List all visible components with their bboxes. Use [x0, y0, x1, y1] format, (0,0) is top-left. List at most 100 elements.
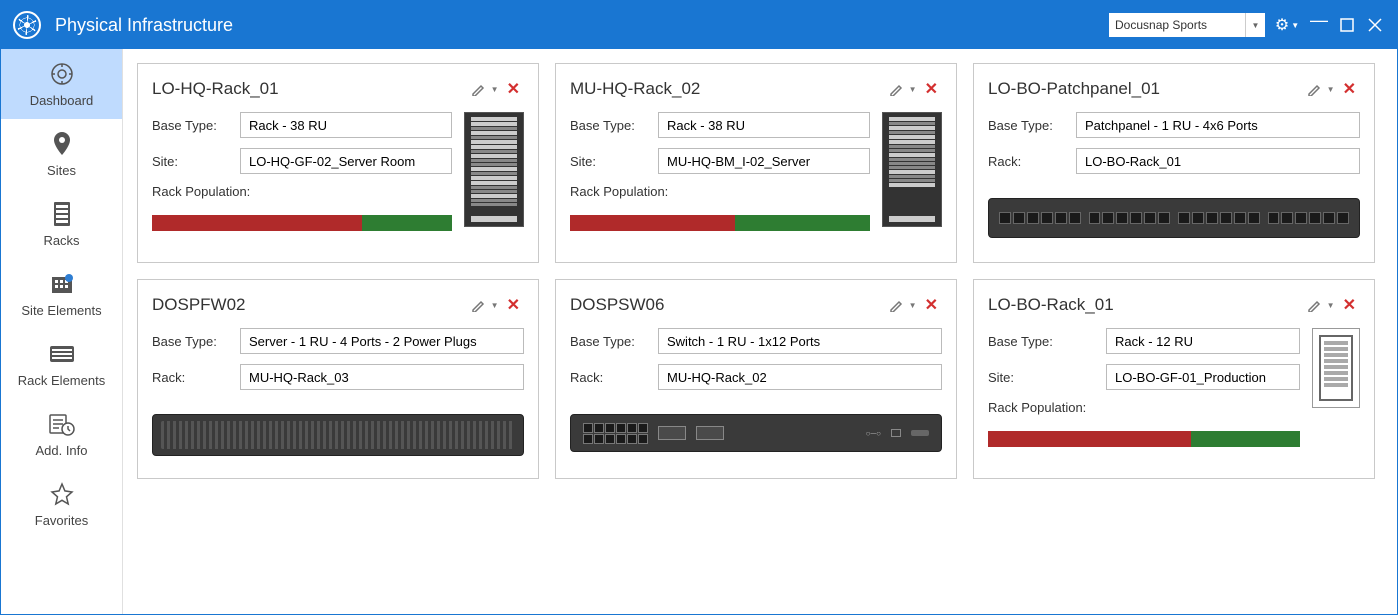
pin-icon [49, 131, 75, 157]
edit-button[interactable] [469, 296, 487, 314]
site-label: Site: [152, 154, 232, 169]
sidebar-label: Rack Elements [18, 373, 105, 388]
edit-button[interactable] [887, 80, 905, 98]
sidebar-label: Add. Info [35, 443, 87, 458]
switch-preview-image: ○─○ [570, 414, 942, 452]
base-type-label: Base Type: [152, 118, 232, 133]
window-maximize-button[interactable] [1333, 11, 1361, 39]
card-title: DOSPSW06 [570, 295, 887, 315]
rack-preview-image [464, 112, 524, 227]
rack-population-bar [988, 431, 1300, 447]
card-title: DOSPFW02 [152, 295, 469, 315]
sidebar-item-site-elements[interactable]: Site Elements [1, 259, 122, 329]
tenant-selector[interactable]: Docusnap Sports [1109, 13, 1245, 37]
rack-field[interactable] [1076, 148, 1360, 174]
card-close-button[interactable]: ✕ [503, 77, 524, 101]
chevron-down-icon: ▼ [1291, 21, 1299, 30]
titlebar: Physical Infrastructure Docusnap Sports … [1, 1, 1397, 49]
card-patchpanel-lo-bo-01: LO-BO-Patchpanel_01 ▼ ✕ Base Type: Rack: [973, 63, 1375, 263]
base-type-label: Base Type: [988, 118, 1068, 133]
rack-label: Rack: [570, 370, 650, 385]
base-type-field[interactable] [1076, 112, 1360, 138]
patchpanel-preview-image [988, 198, 1360, 238]
app-logo-icon [13, 11, 41, 39]
card-title: LO-HQ-Rack_01 [152, 79, 469, 99]
settings-menu[interactable]: ⚙ ▼ [1273, 11, 1301, 39]
sidebar-label: Dashboard [30, 93, 94, 108]
rack-preview-image [1312, 328, 1360, 408]
card-switch-dospsw06: DOSPSW06 ▼ ✕ Base Type: Rack: [555, 279, 957, 479]
edit-button[interactable] [469, 80, 487, 98]
card-menu-dropdown[interactable]: ▼ [1323, 85, 1339, 94]
card-menu-dropdown[interactable]: ▼ [905, 85, 921, 94]
gear-icon: ⚙ [1275, 15, 1289, 35]
rack-preview-image [882, 112, 942, 227]
rack-field[interactable] [240, 364, 524, 390]
card-rack-lo-hq-01: LO-HQ-Rack_01 ▼ ✕ Base Type: Site: [137, 63, 539, 263]
page-title: Physical Infrastructure [55, 15, 233, 36]
rack-label: Rack: [152, 370, 232, 385]
base-type-field[interactable] [658, 328, 942, 354]
card-menu-dropdown[interactable]: ▼ [487, 301, 503, 310]
sidebar: Dashboard Sites Racks Site Elements Rack… [1, 49, 123, 614]
window-close-button[interactable] [1361, 11, 1389, 39]
building-icon [49, 271, 75, 297]
card-rack-lo-bo-01: LO-BO-Rack_01 ▼ ✕ Base Type: Site: Rack … [973, 279, 1375, 479]
population-label: Rack Population: [152, 184, 250, 199]
card-title: LO-BO-Patchpanel_01 [988, 79, 1305, 99]
sidebar-item-add-info[interactable]: Add. Info [1, 399, 122, 469]
edit-button[interactable] [1305, 296, 1323, 314]
sidebar-label: Favorites [35, 513, 88, 528]
server-preview-image [152, 414, 524, 456]
card-close-button[interactable]: ✕ [921, 77, 942, 101]
window-minimize-button[interactable]: — [1305, 11, 1333, 39]
sidebar-label: Racks [43, 233, 79, 248]
card-rack-mu-hq-02: MU-HQ-Rack_02 ▼ ✕ Base Type: Site: Rack … [555, 63, 957, 263]
base-type-label: Base Type: [988, 334, 1098, 349]
server-icon [49, 341, 75, 367]
site-field[interactable] [658, 148, 870, 174]
sidebar-item-racks[interactable]: Racks [1, 189, 122, 259]
site-label: Site: [988, 370, 1098, 385]
base-type-field[interactable] [1106, 328, 1300, 354]
card-menu-dropdown[interactable]: ▼ [487, 85, 503, 94]
tenant-dropdown-button[interactable]: ▼ [1245, 13, 1265, 37]
edit-button[interactable] [1305, 80, 1323, 98]
sidebar-item-sites[interactable]: Sites [1, 119, 122, 189]
base-type-field[interactable] [240, 328, 524, 354]
population-label: Rack Population: [570, 184, 668, 199]
card-menu-dropdown[interactable]: ▼ [1323, 301, 1339, 310]
sidebar-item-favorites[interactable]: Favorites [1, 469, 122, 539]
card-close-button[interactable]: ✕ [503, 293, 524, 317]
rack-icon [49, 201, 75, 227]
card-close-button[interactable]: ✕ [1339, 77, 1360, 101]
base-type-label: Base Type: [152, 334, 232, 349]
sidebar-item-rack-elements[interactable]: Rack Elements [1, 329, 122, 399]
sidebar-item-dashboard[interactable]: Dashboard [1, 49, 122, 119]
population-label: Rack Population: [988, 400, 1086, 415]
edit-button[interactable] [887, 296, 905, 314]
site-field[interactable] [240, 148, 452, 174]
card-server-dospfw02: DOSPFW02 ▼ ✕ Base Type: Rack: [137, 279, 539, 479]
base-type-field[interactable] [240, 112, 452, 138]
card-title: LO-BO-Rack_01 [988, 295, 1305, 315]
site-label: Site: [570, 154, 650, 169]
card-title: MU-HQ-Rack_02 [570, 79, 887, 99]
rack-population-bar [570, 215, 870, 231]
rack-label: Rack: [988, 154, 1068, 169]
star-icon [49, 481, 75, 507]
dashboard-icon [49, 61, 75, 87]
card-menu-dropdown[interactable]: ▼ [905, 301, 921, 310]
dashboard-content: LO-HQ-Rack_01 ▼ ✕ Base Type: Site: [123, 49, 1397, 614]
base-type-label: Base Type: [570, 118, 650, 133]
site-field[interactable] [1106, 364, 1300, 390]
rack-population-bar [152, 215, 452, 231]
base-type-field[interactable] [658, 112, 870, 138]
card-close-button[interactable]: ✕ [1339, 293, 1360, 317]
sidebar-label: Sites [47, 163, 76, 178]
sidebar-label: Site Elements [21, 303, 101, 318]
rack-field[interactable] [658, 364, 942, 390]
base-type-label: Base Type: [570, 334, 650, 349]
info-clock-icon [49, 411, 75, 437]
card-close-button[interactable]: ✕ [921, 293, 942, 317]
